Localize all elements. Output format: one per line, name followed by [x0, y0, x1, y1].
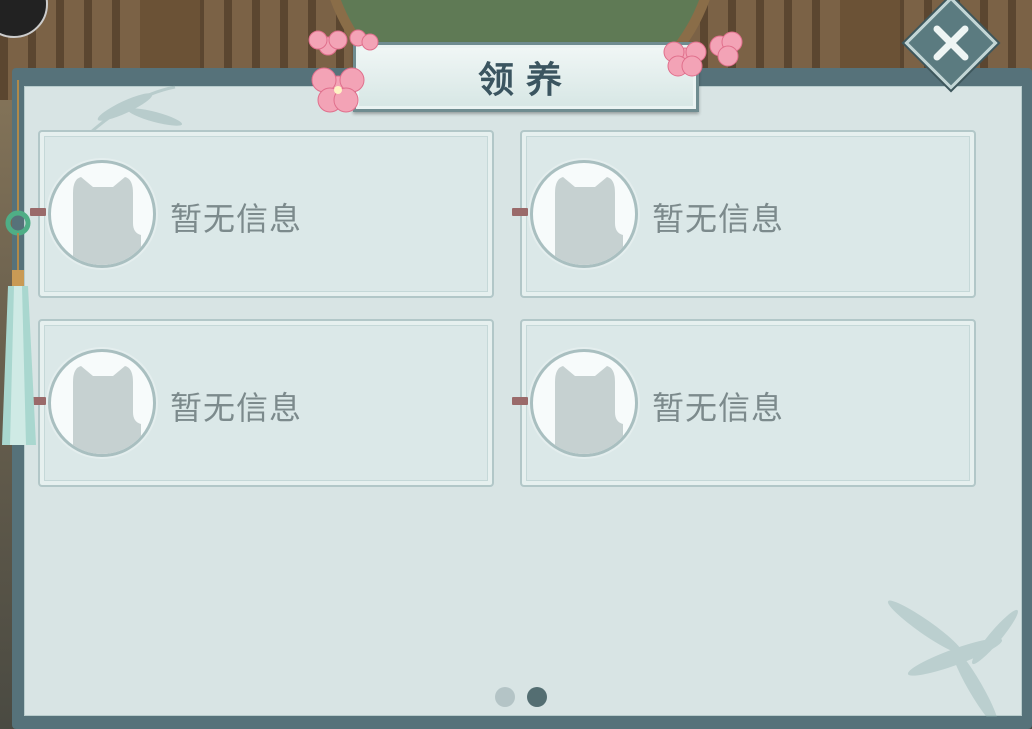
cat-silhouette-icon — [48, 160, 156, 268]
slot-status-text: 暂无信息 — [652, 200, 785, 238]
slot-status-text: 暂无信息 — [170, 389, 303, 427]
slot-status-text: 暂无信息 — [652, 389, 785, 427]
adopt-slot-card[interactable]: 暂无信息 — [512, 130, 976, 298]
slot-status-text: 暂无信息 — [170, 200, 303, 238]
cat-silhouette-icon — [530, 160, 638, 268]
adopt-slot-card[interactable]: 暂无信息 — [512, 319, 976, 487]
card-peg — [512, 397, 528, 405]
dialog-title-plate: 领养 — [353, 42, 699, 112]
jade-tassel-icon — [2, 80, 36, 445]
page-dot-1[interactable] — [495, 687, 515, 707]
bamboo-leaves-icon — [887, 600, 1018, 717]
close-x-icon — [933, 25, 969, 61]
dialog-title: 领养 — [477, 59, 574, 101]
cherry-blossom-icon — [308, 29, 379, 113]
page-dot-2[interactable] — [527, 687, 547, 707]
card-peg — [512, 208, 528, 216]
cat-silhouette-icon — [530, 349, 638, 457]
cat-silhouette-icon — [48, 349, 156, 457]
adopt-slot-card[interactable]: 暂无信息 — [30, 319, 494, 487]
adopt-slot-card[interactable]: 暂无信息 — [30, 130, 494, 298]
cherry-blossom-icon — [663, 31, 743, 77]
